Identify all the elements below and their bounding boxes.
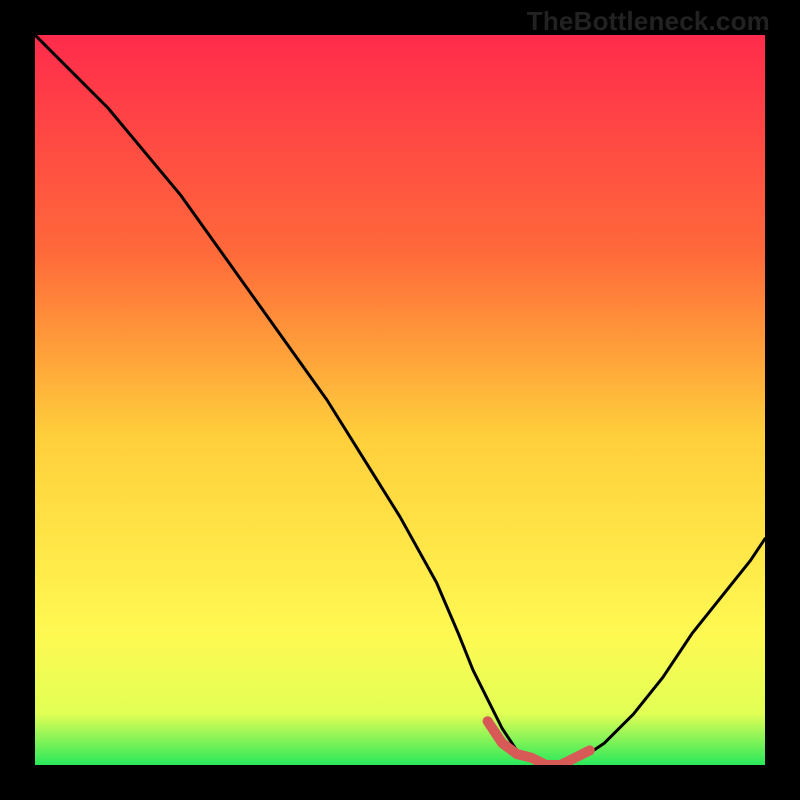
bottleneck-chart xyxy=(35,35,765,765)
chart-frame xyxy=(35,35,765,765)
chart-background-gradient xyxy=(35,35,765,765)
watermark-text: TheBottleneck.com xyxy=(527,6,770,37)
